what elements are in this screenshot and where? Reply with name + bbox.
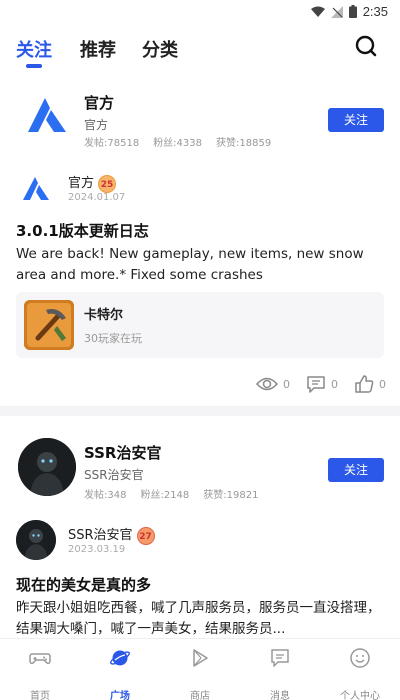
nav-label: 首页 bbox=[30, 691, 50, 700]
avatar[interactable] bbox=[16, 520, 56, 560]
author-subtitle: 官方 bbox=[84, 118, 109, 132]
pickaxe-icon bbox=[24, 300, 74, 350]
character-avatar-icon bbox=[16, 520, 56, 560]
status-icons: 2:35 bbox=[310, 4, 388, 19]
active-tab-indicator bbox=[26, 64, 42, 68]
thumbs-up-icon bbox=[355, 375, 374, 393]
nav-profile[interactable]: 个人中心 bbox=[330, 647, 390, 700]
post-title[interactable]: 现在的美女是真的多 bbox=[16, 574, 151, 595]
nav-home[interactable]: 首页 bbox=[10, 647, 70, 700]
tab-recommended[interactable]: 推荐 bbox=[80, 36, 116, 62]
post-body[interactable]: 昨天跟小姐姐吃西餐，喊了几声服务员，服务员一直没搭理，结果调大嗓门，喊了一声美女… bbox=[16, 598, 388, 640]
game-icon bbox=[24, 300, 74, 350]
level-badge: 27 bbox=[136, 526, 155, 545]
fan-count: 粉丝:2148 bbox=[140, 490, 190, 501]
play-store-icon bbox=[193, 649, 208, 667]
status-time: 2:35 bbox=[362, 4, 388, 19]
top-tab-bar: 关注 推荐 分类 bbox=[0, 30, 400, 70]
nav-label: 商店 bbox=[190, 691, 210, 700]
author-row: 官方 官方 发帖:78518 粉丝:4338 获赞:18859 关注 bbox=[0, 84, 400, 154]
post-actions: 0 0 0 bbox=[256, 374, 386, 394]
author-subtitle: SSR治安官 bbox=[84, 468, 144, 482]
post-card[interactable]: SSR治安官 SSR治安官 发帖:348 粉丝:2148 获赞:19821 关注… bbox=[0, 416, 400, 638]
comment-icon bbox=[307, 376, 325, 393]
follow-button[interactable]: 关注 bbox=[328, 108, 384, 132]
avatar[interactable] bbox=[16, 168, 56, 208]
nav-label: 广场 bbox=[110, 691, 130, 700]
view-count[interactable]: 0 bbox=[256, 376, 290, 392]
nav-plaza[interactable]: 广场 bbox=[90, 647, 150, 700]
author-name[interactable]: SSR治安官 bbox=[84, 442, 161, 463]
author-stats: 发帖:78518 粉丝:4338 获赞:18859 bbox=[84, 134, 271, 149]
level-badge: 25 bbox=[98, 174, 117, 193]
follow-button[interactable]: 关注 bbox=[328, 458, 384, 482]
poster-name-text: 官方 bbox=[68, 176, 95, 191]
post-card[interactable]: 官方 官方 发帖:78518 粉丝:4338 获赞:18859 关注 官方 25 … bbox=[0, 78, 400, 400]
nav-label: 个人中心 bbox=[340, 691, 380, 700]
message-icon bbox=[271, 649, 289, 667]
bottom-nav: 首页 广场 商店 消息 个人中心 bbox=[0, 638, 400, 700]
comment-count-value: 0 bbox=[331, 377, 338, 391]
author-row: SSR治安官 SSR治安官 发帖:348 粉丝:2148 获赞:19821 关注 bbox=[0, 434, 400, 504]
game-name: 卡特尔 bbox=[84, 308, 124, 323]
author-stats: 发帖:348 粉丝:2148 获赞:19821 bbox=[84, 486, 258, 501]
game-card[interactable]: 卡特尔 30玩家在玩 bbox=[16, 292, 384, 358]
gamepad-icon bbox=[29, 653, 51, 664]
view-count-value: 0 bbox=[283, 377, 290, 391]
planet-icon bbox=[110, 650, 130, 666]
character-avatar-icon bbox=[18, 438, 76, 496]
poster-name[interactable]: 官方 25 bbox=[68, 172, 117, 193]
status-bar: 2:35 bbox=[0, 0, 400, 24]
battery-icon bbox=[348, 5, 357, 18]
poster-name-text: SSR治安官 bbox=[68, 528, 133, 543]
official-logo-icon bbox=[23, 177, 49, 200]
post-date: 2024.01.07 bbox=[68, 192, 126, 203]
wifi-icon bbox=[310, 6, 325, 17]
like-count: 获赞:19821 bbox=[203, 490, 259, 501]
game-players: 30玩家在玩 bbox=[84, 332, 142, 345]
like-count: 获赞:18859 bbox=[216, 138, 272, 149]
official-logo-icon bbox=[28, 98, 66, 132]
section-divider bbox=[0, 406, 400, 416]
post-body[interactable]: We are back! New gameplay, new items, ne… bbox=[16, 244, 388, 286]
tab-following[interactable]: 关注 bbox=[16, 36, 52, 62]
post-date: 2023.03.19 bbox=[68, 544, 126, 555]
fan-count: 粉丝:4338 bbox=[153, 138, 203, 149]
nav-label: 消息 bbox=[270, 691, 290, 700]
nav-store[interactable]: 商店 bbox=[170, 647, 230, 700]
post-count: 发帖:78518 bbox=[84, 138, 140, 149]
smile-icon bbox=[350, 648, 370, 668]
eye-icon bbox=[256, 377, 278, 391]
poster-name[interactable]: SSR治安官 27 bbox=[68, 524, 155, 545]
nav-messages[interactable]: 消息 bbox=[250, 647, 310, 700]
tab-categories[interactable]: 分类 bbox=[142, 36, 178, 62]
post-count: 发帖:348 bbox=[84, 490, 127, 501]
author-name[interactable]: 官方 bbox=[84, 92, 114, 113]
signal-icon bbox=[330, 5, 343, 18]
like-count-value: 0 bbox=[379, 377, 386, 391]
comment-button[interactable]: 0 bbox=[306, 375, 338, 393]
avatar[interactable] bbox=[18, 86, 76, 144]
like-button[interactable]: 0 bbox=[354, 374, 386, 394]
avatar[interactable] bbox=[18, 438, 76, 496]
search-icon[interactable] bbox=[354, 34, 378, 58]
post-title[interactable]: 3.0.1版本更新日志 bbox=[16, 220, 149, 241]
